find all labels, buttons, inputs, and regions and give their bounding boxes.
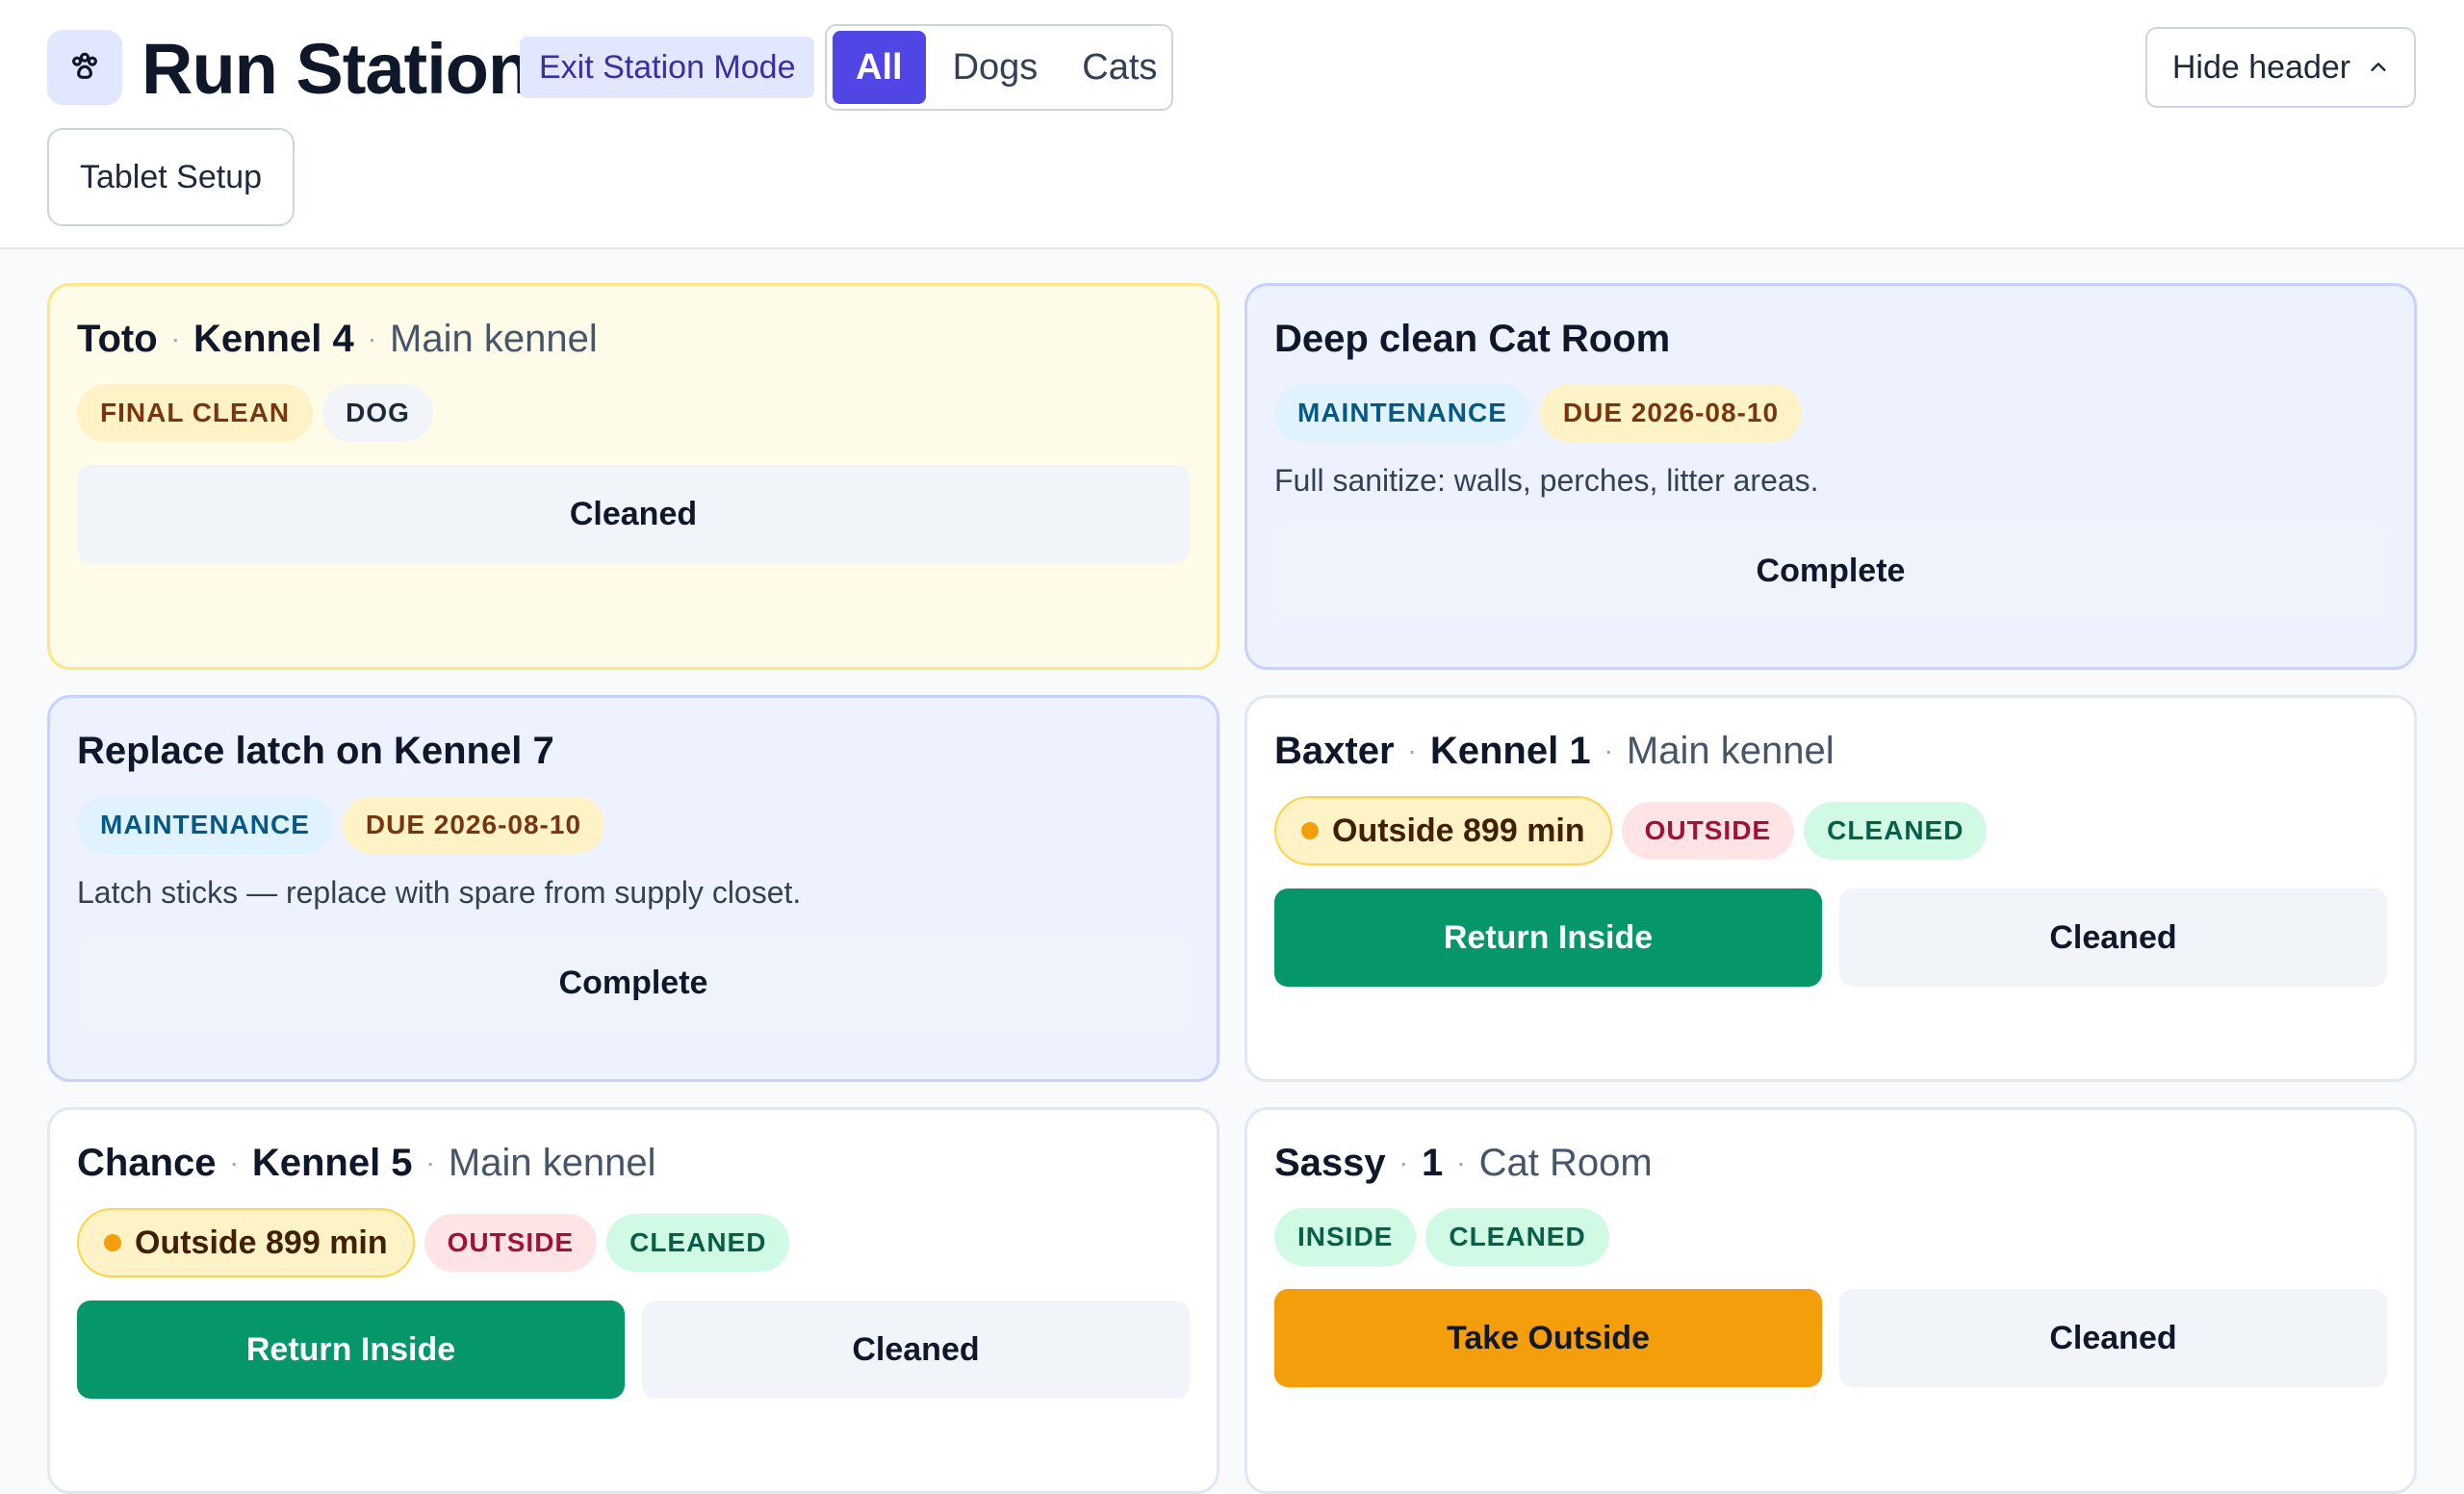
card-title: Toto · Kennel 4 · Main kennel [77,315,1190,363]
task-description: Full sanitize: walls, perches, litter ar… [1274,463,1819,498]
kennel-name: Kennel 4 [192,318,354,360]
task-card-sassy: Sassy · 1 · Cat Room INSIDE CLEANED Take… [1245,1107,2417,1494]
cleaned-button[interactable]: Cleaned [642,1301,1190,1399]
hide-header-button[interactable]: Hide header [2145,27,2416,108]
badge-row: MAINTENANCE DUE 2026-08-10 [77,796,1190,854]
separator-dot-icon: · [170,323,180,353]
separator-dot-icon: · [1604,735,1613,765]
paw-icon [47,30,122,105]
filter-dogs[interactable]: Dogs [936,31,1056,104]
task-grid: Toto · Kennel 4 · Main kennel FINAL CLEA… [47,283,2417,1494]
complete-button[interactable]: Complete [77,934,1190,1032]
animal-name: Sassy [1274,1142,1386,1184]
location-badge: OUTSIDE [1621,802,1795,860]
take-outside-button[interactable]: Take Outside [1274,1289,1822,1387]
task-card-baxter: Baxter · Kennel 1 · Main kennel Outside … [1245,695,2417,1082]
chevron-up-icon [2371,63,2386,71]
separator-dot-icon: · [1407,735,1417,765]
location-badge: OUTSIDE [424,1214,598,1272]
return-inside-button[interactable]: Return Inside [77,1301,625,1399]
card-title: Baxter · Kennel 1 · Main kennel [1274,727,2387,775]
cleaned-button[interactable]: Cleaned [77,465,1190,563]
kennel-name: Kennel 5 [251,1142,413,1184]
hide-header-label: Hide header [2171,48,2351,86]
filter-cats[interactable]: Cats [1065,31,1174,104]
animal-name: Baxter [1274,730,1395,772]
location-label: Cat Room [1478,1142,1653,1184]
clean-badge: CLEANED [1425,1208,1609,1266]
card-title: Chance · Kennel 5 · Main kennel [77,1139,1190,1187]
type-badge: MAINTENANCE [1274,384,1530,442]
timer-dot-icon [1301,822,1319,839]
clean-badge: CLEANED [606,1214,790,1272]
exit-station-mode-button[interactable]: Exit Station Mode [520,37,815,98]
task-title: Deep clean Cat Room [1274,318,1671,360]
complete-button[interactable]: Complete [1274,522,2387,620]
return-inside-button[interactable]: Return Inside [1274,889,1822,987]
separator-dot-icon: · [367,323,377,353]
animal-name: Toto [77,318,158,360]
card-title: Sassy · 1 · Cat Room [1274,1139,2387,1187]
kennel-name: Kennel 1 [1429,730,1591,772]
separator-dot-icon: · [229,1147,239,1177]
location-label: Main kennel [448,1142,656,1184]
location-badge: INSIDE [1274,1208,1417,1266]
species-badge: DOG [322,384,433,442]
badge-row: FINAL CLEAN DOG [77,384,1190,442]
task-card-toto: Toto · Kennel 4 · Main kennel FINAL CLEA… [47,283,1219,670]
task-card-chance: Chance · Kennel 5 · Main kennel Outside … [47,1107,1219,1494]
separator-dot-icon: · [425,1147,435,1177]
timer-label: Outside 899 min [135,1224,388,1261]
badge-row: INSIDE CLEANED [1274,1208,2387,1266]
badge-row: Outside 899 min OUTSIDE CLEANED [1274,796,2387,865]
task-description: Latch sticks — replace with spare from s… [77,875,802,910]
due-badge: DUE 2026-08-10 [342,796,605,854]
page-title: Run Station [141,29,531,109]
badge-row: MAINTENANCE DUE 2026-08-10 [1274,384,2387,442]
task-title: Replace latch on Kennel 7 [77,730,554,772]
status-badge: FINAL CLEAN [77,384,314,442]
cleaned-button[interactable]: Cleaned [1839,1289,2387,1387]
tablet-setup-button[interactable]: Tablet Setup [47,128,295,226]
separator-dot-icon: · [1456,1147,1466,1177]
outside-timer: Outside 899 min [1274,796,1612,865]
species-filter: All Dogs Cats [825,24,1173,111]
task-card-deep-clean-cat-room: Deep clean Cat Room MAINTENANCE DUE 2026… [1245,283,2417,670]
station-header: Run Station Exit Station Mode All Dogs C… [0,0,2464,249]
location-label: Main kennel [390,318,598,360]
kennel-name: 1 [1422,1142,1444,1184]
animal-name: Chance [77,1142,217,1184]
task-card-replace-latch: Replace latch on Kennel 7 MAINTENANCE DU… [47,695,1219,1082]
location-label: Main kennel [1626,730,1835,772]
type-badge: MAINTENANCE [77,796,333,854]
filter-all[interactable]: All [833,31,926,104]
due-badge: DUE 2026-08-10 [1539,384,1803,442]
card-title: Replace latch on Kennel 7 [77,727,1190,775]
badge-row: Outside 899 min OUTSIDE CLEANED [77,1208,1190,1277]
timer-label: Outside 899 min [1332,811,1585,849]
card-title: Deep clean Cat Room [1274,315,2387,363]
outside-timer: Outside 899 min [77,1208,415,1277]
cleaned-button[interactable]: Cleaned [1839,889,2387,987]
timer-dot-icon [104,1234,121,1251]
separator-dot-icon: · [1399,1147,1408,1177]
clean-badge: CLEANED [1804,802,1988,860]
